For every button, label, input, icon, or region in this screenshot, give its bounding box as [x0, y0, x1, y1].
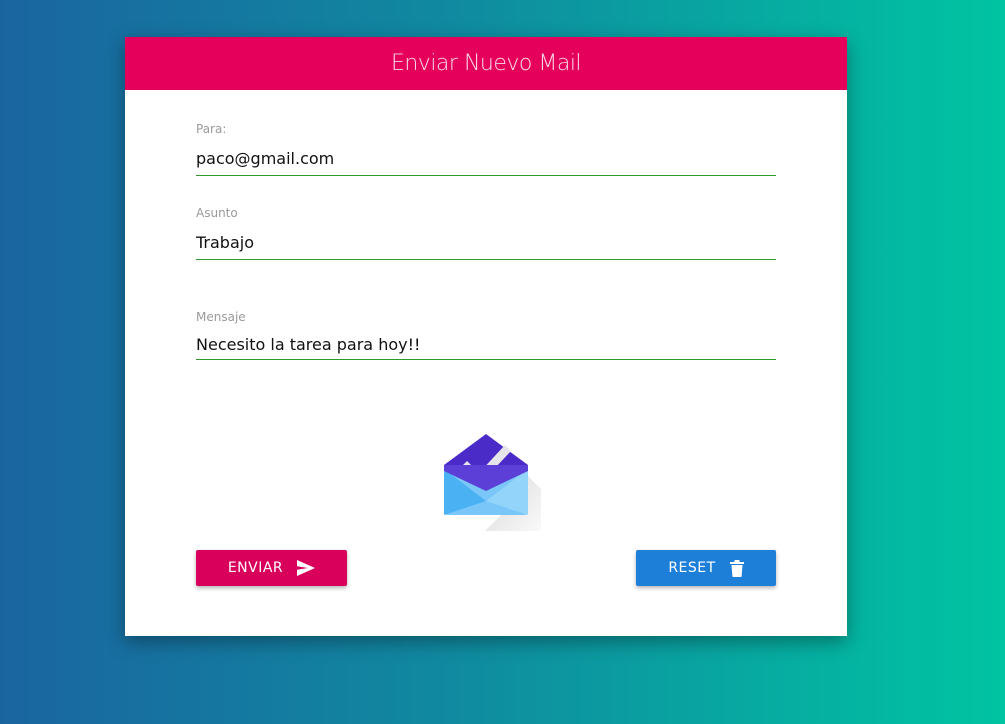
inbox-envelope-check-icon — [441, 431, 559, 531]
to-input[interactable] — [196, 142, 776, 176]
mail-form-card: Enviar Nuevo Mail Para: Asunto Mensaje — [125, 37, 847, 636]
page-title: Enviar Nuevo Mail — [390, 51, 582, 76]
to-label: Para: — [196, 122, 227, 136]
message-field: Mensaje — [196, 310, 776, 360]
card-header: Enviar Nuevo Mail — [125, 37, 847, 90]
to-field: Para: — [196, 122, 776, 176]
message-label: Mensaje — [196, 310, 246, 324]
subject-label: Asunto — [196, 206, 238, 220]
reset-button-label: RESET — [668, 560, 716, 576]
send-button-label: ENVIAR — [227, 560, 284, 576]
trash-icon — [729, 559, 744, 577]
message-input[interactable] — [196, 330, 776, 360]
send-button[interactable]: ENVIAR — [196, 550, 347, 586]
subject-input[interactable] — [196, 226, 776, 260]
subject-field: Asunto — [196, 206, 776, 260]
reset-button[interactable]: RESET — [636, 550, 776, 586]
send-icon — [297, 560, 316, 576]
